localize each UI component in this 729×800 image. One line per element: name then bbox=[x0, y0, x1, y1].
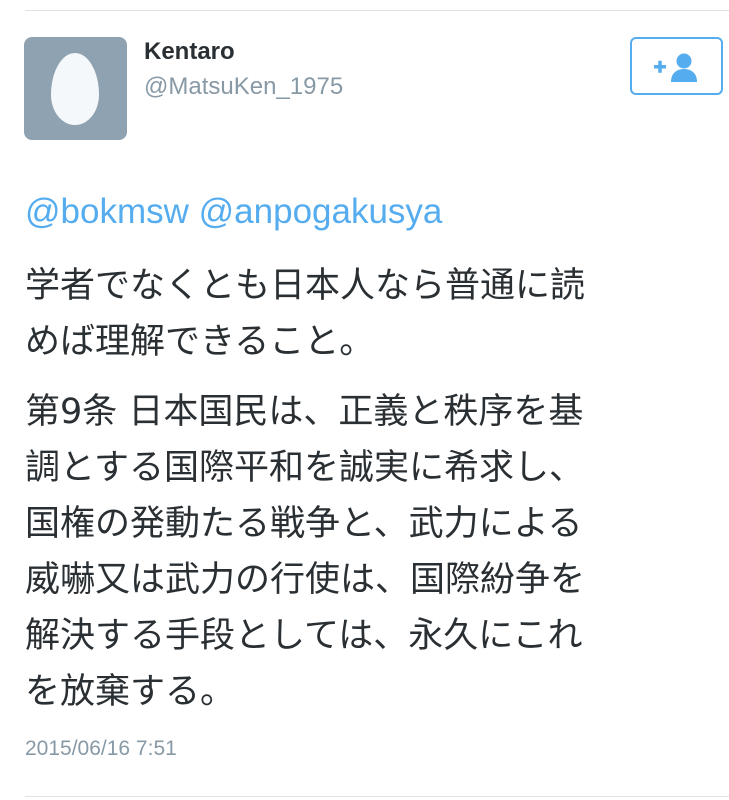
tweet-timestamp[interactable]: 2015/06/16 7:51 bbox=[25, 737, 177, 761]
egg-icon bbox=[51, 53, 99, 125]
tweet-text-line: 第9条 日本国民は、正義と秩序を基 bbox=[25, 392, 584, 432]
tweet-text-line: 解決する手段としては、永久にこれ bbox=[25, 616, 583, 656]
display-name[interactable]: Kentaro bbox=[144, 38, 235, 66]
tweet-text-line: 威嚇又は武力の行使は、国際紛争を bbox=[25, 560, 586, 600]
mentions-line: @bokmsw @anpogakusya bbox=[25, 192, 442, 232]
top-divider bbox=[25, 10, 729, 11]
avatar[interactable] bbox=[24, 37, 127, 140]
follow-button[interactable] bbox=[630, 37, 723, 95]
tweet-text-line: を放棄する。 bbox=[25, 672, 236, 712]
mention-link[interactable]: @anpogakusya bbox=[199, 192, 443, 231]
mention-link[interactable]: @bokmsw bbox=[25, 192, 189, 231]
user-handle[interactable]: @MatsuKen_1975 bbox=[144, 73, 343, 101]
tweet-text-line: 国権の発動たる戦争と、武力による bbox=[25, 504, 583, 544]
tweet-text-line: めば理解できること。 bbox=[25, 322, 375, 362]
tweet-paragraph: 学者でなくとも日本人なら普通に読 めば理解できること。 bbox=[25, 258, 715, 370]
tweet-text-line: 調とする国際平和を誠実に希求し、 bbox=[25, 448, 584, 488]
add-user-icon bbox=[654, 53, 697, 82]
tweet-text-line: 学者でなくとも日本人なら普通に読 bbox=[25, 266, 586, 306]
bottom-divider bbox=[25, 796, 729, 797]
tweet-paragraph: 第9条 日本国民は、正義と秩序を基 調とする国際平和を誠実に希求し、 国権の発動… bbox=[25, 384, 715, 720]
